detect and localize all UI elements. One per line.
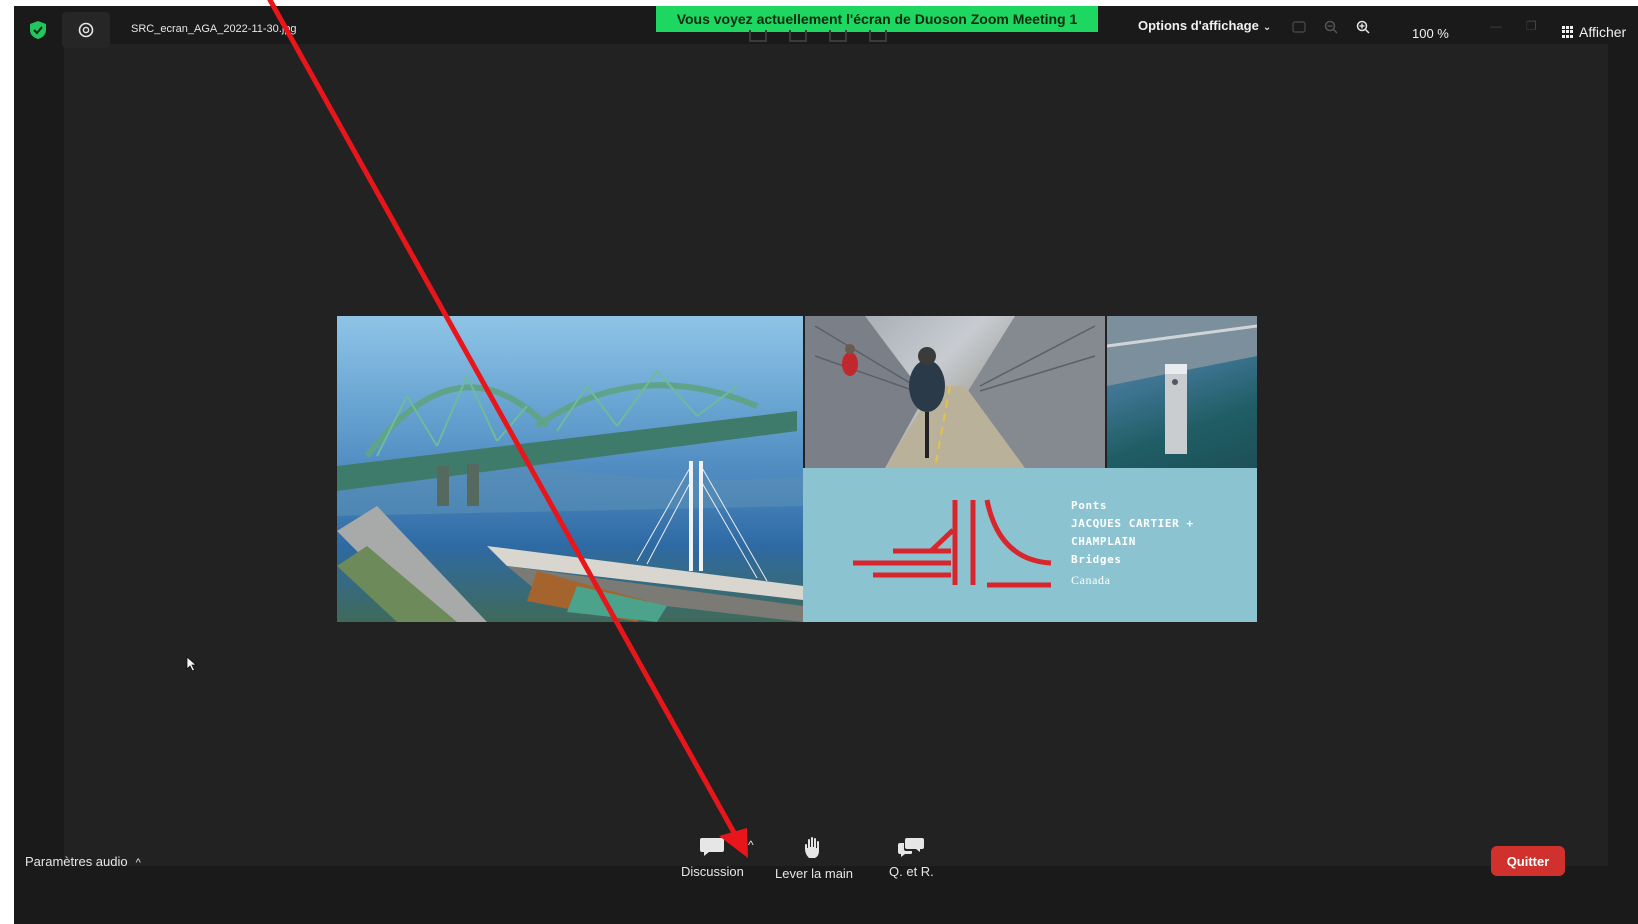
minimize-icon[interactable]: — [1490, 19, 1502, 33]
shield-check-icon[interactable] [28, 20, 48, 40]
brand-line-3: CHAMPLAIN [1071, 535, 1137, 548]
zoom-in-icon[interactable] [1356, 20, 1370, 34]
zoom-window: SRC_ecran_AGA_2022-11-30.jpg Vous voyez … [14, 6, 1638, 924]
river-photo [1106, 316, 1257, 468]
ghost-tool-icon [749, 30, 767, 42]
top-bar: SRC_ecran_AGA_2022-11-30.jpg Vous voyez … [14, 6, 1638, 50]
meeting-toolbar: Paramètres audio ^ Discussion ^ Lever la … [14, 824, 1638, 924]
fit-screen-icon[interactable] [1292, 21, 1306, 33]
brand-wordmark: Ponts JACQUES CARTIER + CHAMPLAIN Bridge… [1071, 497, 1241, 589]
chevron-down-icon: ⌄ [1262, 22, 1272, 33]
brand-line-1: Ponts [1071, 499, 1108, 512]
ghost-tool-icon [869, 30, 887, 42]
qa-label: Q. et R. [889, 864, 934, 879]
pier-illustration [1106, 316, 1257, 454]
canada-wordmark: Canada [1071, 573, 1111, 587]
chat-label: Discussion [681, 864, 744, 879]
audio-settings-button[interactable]: Paramètres audio ^ [25, 854, 141, 869]
raise-hand-button[interactable]: Lever la main [775, 836, 853, 881]
shared-file-title: SRC_ecran_AGA_2022-11-30.jpg [131, 23, 297, 35]
qa-icon [898, 838, 925, 857]
raise-hand-label: Lever la main [775, 866, 854, 881]
bridge-illustration [337, 370, 803, 622]
qa-button[interactable]: Q. et R. [889, 836, 934, 879]
ghost-tool-icon [829, 30, 847, 42]
camera-icon [78, 22, 94, 38]
cyclists-photo [805, 316, 1105, 469]
audio-settings-label: Paramètres audio [25, 854, 128, 869]
view-options-label: Options d'affichage [1138, 18, 1259, 33]
raise-hand-icon [805, 837, 820, 858]
zoom-level[interactable]: 100 % [1412, 26, 1449, 41]
bridge-photo [337, 316, 803, 622]
mouse-cursor-icon [186, 656, 198, 672]
chat-icon [700, 838, 725, 856]
annotation-toolbar-ghost [749, 30, 887, 42]
brand-line-2: JACQUES CARTIER + [1071, 517, 1194, 530]
restore-icon[interactable]: ❐ [1526, 19, 1537, 33]
chevron-up-icon: ^ [135, 857, 141, 869]
chat-button[interactable]: Discussion [681, 836, 744, 879]
view-options-button[interactable]: Options d'affichage ⌄ [1138, 18, 1271, 33]
share-status-banner: Vous voyez actuellement l'écran de Duoso… [656, 6, 1098, 32]
zoom-tools [1292, 20, 1370, 34]
chat-options-caret[interactable]: ^ [748, 838, 754, 852]
grid-icon [1562, 26, 1574, 38]
show-button[interactable]: Afficher [1562, 24, 1626, 40]
ghost-tool-icon [789, 30, 807, 42]
brand-line-4: Bridges [1071, 553, 1122, 566]
cyclists-illustration [805, 316, 1105, 469]
show-label: Afficher [1579, 24, 1627, 40]
share-source-button[interactable] [62, 12, 110, 48]
zoom-out-icon[interactable] [1324, 20, 1338, 34]
quit-button[interactable]: Quitter [1491, 846, 1565, 876]
